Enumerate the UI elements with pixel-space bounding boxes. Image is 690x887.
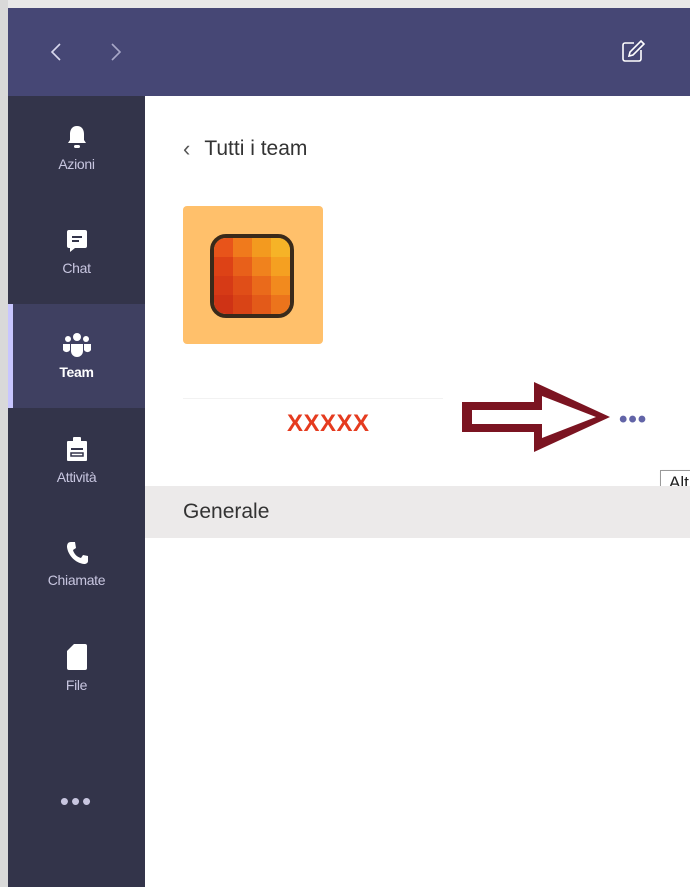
teams-panel: ‹ Tutti i team XXXXX ••• Altr Generale xyxy=(145,96,690,887)
rail-label: Attività xyxy=(56,469,97,485)
team-name[interactable]: XXXXX xyxy=(287,410,370,438)
chevron-left-icon xyxy=(50,43,61,61)
team-logo-icon xyxy=(210,234,294,318)
rail-label: Team xyxy=(59,364,94,380)
chat-icon xyxy=(66,230,87,252)
more-options-button[interactable]: ••• xyxy=(619,406,647,434)
rail-label: Chiamate xyxy=(47,572,106,588)
chevron-right-icon xyxy=(111,43,122,61)
briefcase-icon xyxy=(66,437,87,461)
all-teams-label: Tutti i team xyxy=(204,137,308,160)
rail-item-azioni[interactable]: Azioni xyxy=(8,96,145,200)
chevron-left-icon: ‹ xyxy=(183,136,191,161)
rail-item-attivita[interactable]: Attività xyxy=(8,408,145,512)
file-icon xyxy=(66,644,87,670)
title-bar xyxy=(8,8,690,96)
rail-item-chiamate[interactable]: Chiamate xyxy=(8,512,145,616)
back-button[interactable] xyxy=(44,38,68,66)
team-avatar xyxy=(183,206,323,344)
all-teams-link[interactable]: ‹ Tutti i team xyxy=(183,136,307,162)
forward-button[interactable] xyxy=(104,38,128,66)
rail-item-chat[interactable]: Chat xyxy=(8,200,145,304)
rail-label: Azioni xyxy=(58,156,95,172)
channel-item-generale[interactable]: Generale xyxy=(145,486,690,538)
compose-button[interactable] xyxy=(620,38,648,66)
channel-label: Generale xyxy=(183,500,270,523)
rail-item-file[interactable]: File xyxy=(8,616,145,720)
phone-icon xyxy=(66,542,88,564)
rail-label: Chat xyxy=(62,260,91,276)
window-top-strip xyxy=(8,0,690,8)
rail-label: File xyxy=(65,677,88,693)
more-apps-button[interactable]: ••• xyxy=(8,786,145,817)
team-icon xyxy=(62,333,91,357)
window-left-edge xyxy=(0,0,8,887)
compose-icon xyxy=(622,39,646,62)
annotation-arrow xyxy=(462,382,610,452)
app-rail: Azioni Chat Team Attività Chiamate File … xyxy=(8,96,145,887)
rail-item-team[interactable]: Team xyxy=(8,304,145,408)
bell-icon xyxy=(67,126,86,148)
divider xyxy=(183,398,443,399)
